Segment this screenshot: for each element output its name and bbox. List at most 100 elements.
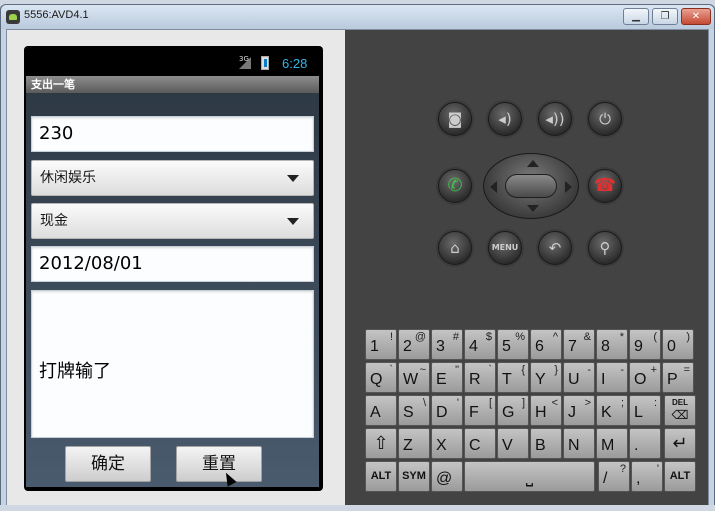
key-kr3-1[interactable]: S \ [398,395,430,426]
key-kr2-9[interactable]: P = [662,362,694,393]
call-button[interactable]: ✆ [438,169,472,203]
dpad-down-icon[interactable] [527,205,539,212]
alt-label: ALT [669,470,691,482]
back-button[interactable]: ↶ [538,231,572,265]
comma-label: , [636,470,641,487]
key-kr4-5[interactable]: N [563,428,595,459]
key-kr3-2[interactable]: D ' [431,395,463,426]
key-kr2-3[interactable]: R ` [464,362,496,393]
key-main-label: 7 [568,338,577,355]
key-delete[interactable]: DEL ⌫ [664,395,696,426]
volume-down-button[interactable]: ◂) [488,102,522,136]
key-secondary-label: ; [620,397,624,409]
key-kr1-2[interactable]: 3 # [431,329,463,360]
key-at[interactable]: @ [431,461,463,492]
key-alt-left[interactable]: ALT [365,461,397,492]
key-kr4-4[interactable]: B [530,428,562,459]
key-secondary-label: ` [488,364,492,376]
key-kr1-1[interactable]: 2 @ [398,329,430,360]
dpad[interactable] [483,153,579,219]
key-main-label: K [601,404,612,421]
key-main-label: 9 [634,338,643,355]
key-kr3-7[interactable]: K; [596,395,628,426]
key-shift[interactable]: ⇧ [365,428,397,459]
key-kr1-3[interactable]: 4 $ [464,329,496,360]
menu-button[interactable]: MENU [488,231,522,265]
key-main-label: A [370,404,381,421]
key-kr1-4[interactable]: 5% [497,329,529,360]
dpad-center-button[interactable] [505,174,557,198]
key-kr3-4[interactable]: G] [497,395,529,426]
key-secondary-label: $ [485,331,492,343]
key-kr2-0[interactable]: Q ` [365,362,397,393]
key-kr1-6[interactable]: 7 & [563,329,595,360]
search-button[interactable]: ⚲ [588,231,622,265]
desktop-strip-bottom [0,505,715,511]
key-main-label: R [469,371,481,388]
home-button[interactable]: ⌂ [438,231,472,265]
key-kr3-6[interactable]: J > [563,395,595,426]
key-kr2-1[interactable]: W ~ [398,362,430,393]
key-main-label: Y [535,371,546,388]
key-secondary-label: = [683,364,690,376]
confirm-button[interactable]: 确定 [65,446,151,482]
key-kr1-7[interactable]: 8 * [596,329,628,360]
key-kr1-8[interactable]: 9( [629,329,661,360]
note-input[interactable]: 打牌输了 [31,290,314,438]
volume-up-button[interactable]: ◂)) [538,102,572,136]
key-kr4-3[interactable]: V [497,428,529,459]
key-kr2-7[interactable]: I- [596,362,628,393]
key-sym[interactable]: SYM [398,461,430,492]
account-select[interactable]: 现金 [31,203,314,239]
key-secondary-label: # [452,331,459,343]
key-kr1-5[interactable]: 6 ^ [530,329,562,360]
dropdown-arrow-icon [287,175,299,182]
key-kr4-7[interactable]: . [629,428,661,459]
key-kr3-8[interactable]: L: [629,395,661,426]
key-kr4-6[interactable]: M [596,428,628,459]
key-kr4-1[interactable]: X [431,428,463,459]
question-label: ? [619,463,626,475]
keyboard-row-zxcv: ⇧ ↵ Z X C V B N M. [365,428,699,460]
key-secondary-label: < [551,397,558,409]
key-kr4-0[interactable]: Z [398,428,430,459]
key-kr3-3[interactable]: F[ [464,395,496,426]
category-select[interactable]: 休闲娱乐 [31,160,314,196]
dpad-right-icon[interactable] [565,181,572,193]
close-button[interactable]: ✕ [681,8,711,25]
date-input[interactable]: 2012/08/01 [31,246,314,282]
dpad-left-icon[interactable] [490,181,497,193]
key-kr2-4[interactable]: T{ [497,362,529,393]
key-space[interactable]: ⎵ [464,461,595,492]
maximize-button[interactable]: ❐ [652,8,678,25]
camera-button[interactable]: ◙ [438,102,472,136]
key-comma[interactable]: , ' [631,461,663,492]
key-kr1-9[interactable]: 0) [662,329,694,360]
key-main-label: . [634,437,639,454]
end-call-button[interactable]: ☎ [588,169,622,203]
key-kr2-2[interactable]: E " [431,362,463,393]
key-main-label: V [502,437,513,454]
minimize-button[interactable]: ▁ [623,8,649,25]
key-kr1-0[interactable]: 1! [365,329,397,360]
window-titlebar[interactable]: 5556:AVD4.1 ▁ ❐ ✕ [1,5,714,29]
amount-input[interactable]: 230 [31,116,314,152]
dpad-up-icon[interactable] [527,160,539,167]
key-kr3-0[interactable]: A [365,395,397,426]
sym-label: SYM [402,470,426,482]
key-main-label: B [535,437,546,454]
key-slash[interactable]: / ? [598,461,630,492]
key-main-label: W [403,371,419,388]
key-alt-right[interactable]: ALT [664,461,696,492]
key-secondary-label: : [653,397,657,409]
key-kr2-8[interactable]: O + [629,362,661,393]
key-kr4-2[interactable]: C [464,428,496,459]
key-enter[interactable]: ↵ [664,428,696,459]
reset-button[interactable]: 重置 [176,446,262,482]
key-main-label: 5 [502,338,511,355]
key-kr2-5[interactable]: Y} [530,362,562,393]
key-kr3-5[interactable]: H < [530,395,562,426]
key-kr2-6[interactable]: U- [563,362,595,393]
key-main-label: 2 [403,338,412,355]
power-button[interactable]: ⏻ [588,102,622,136]
